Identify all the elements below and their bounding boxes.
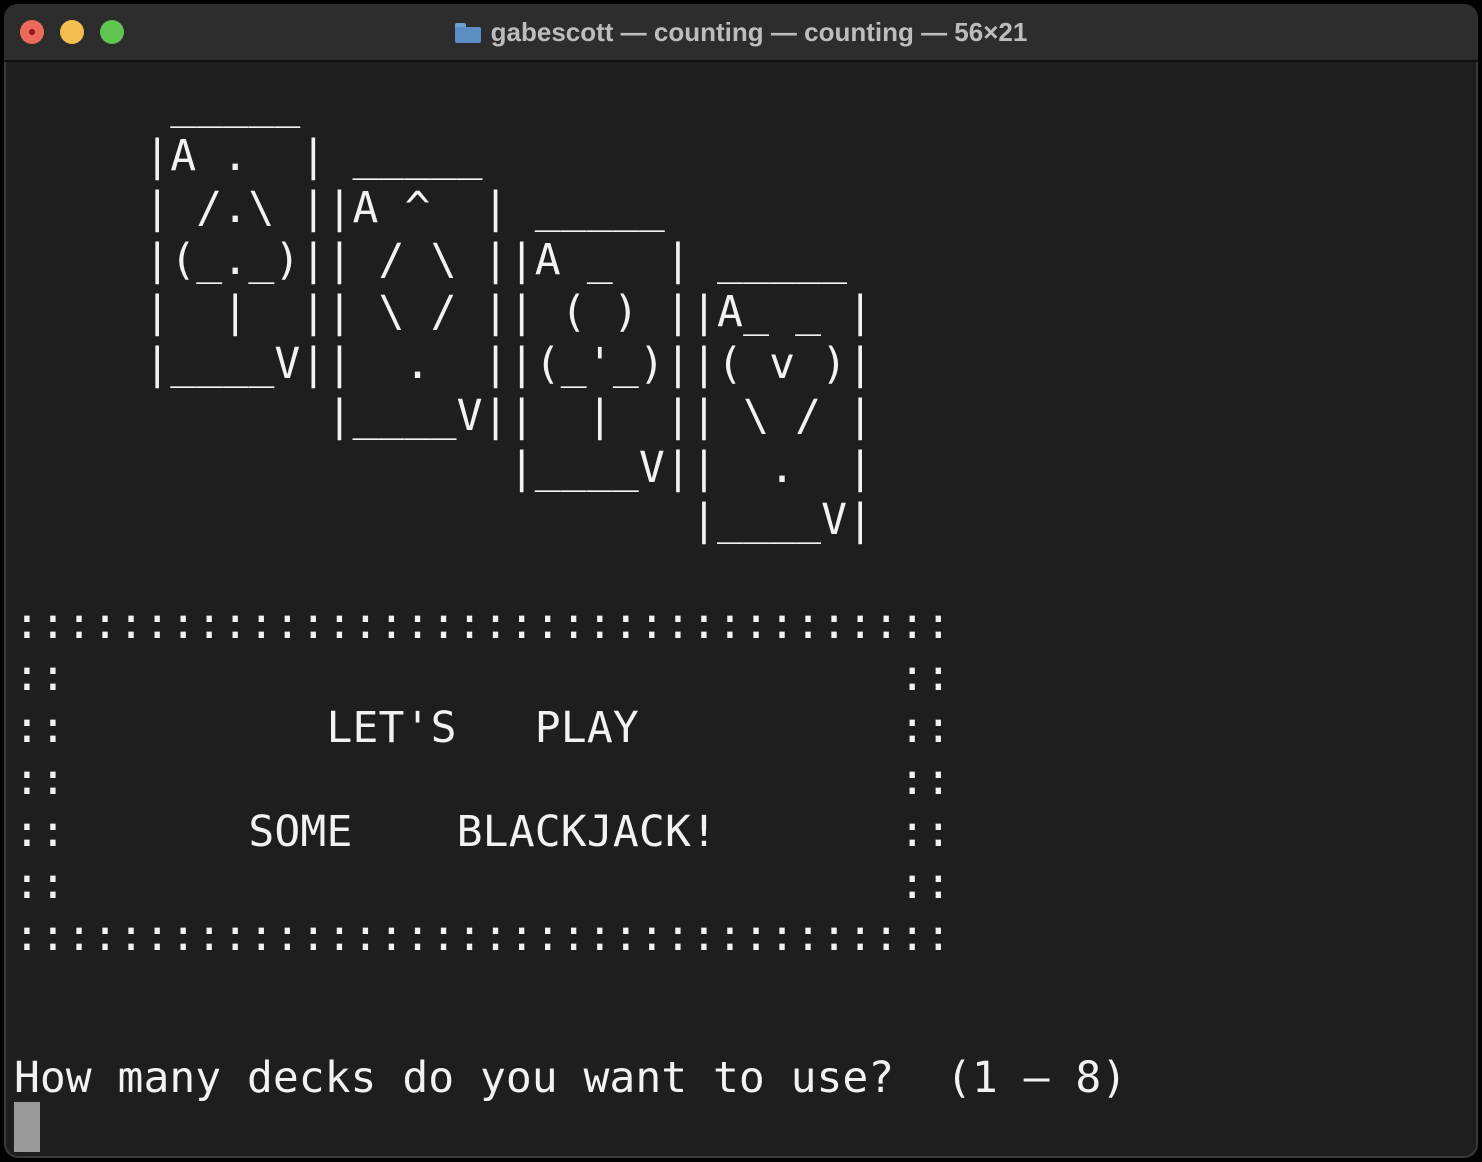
text-cursor[interactable] [14,1102,40,1152]
folder-icon [454,23,481,43]
deck-count-prompt: How many decks do you want to use? (1 – … [14,1053,1128,1103]
window-title-text: gabescott — counting — counting — 56×21 [490,17,1028,47]
title-bar[interactable]: gabescott — counting — counting — 56×21 [4,4,1478,62]
terminal-window: gabescott — counting — counting — 56×21 … [4,4,1478,1158]
blackjack-ascii-banner: _____ |A . | _____ | /.\ ||A ^ | _____ |… [14,79,952,961]
window-title: gabescott — counting — counting — 56×21 [4,17,1478,48]
terminal-content[interactable]: _____ |A . | _____ | /.\ ||A ^ | _____ |… [14,66,1468,1158]
